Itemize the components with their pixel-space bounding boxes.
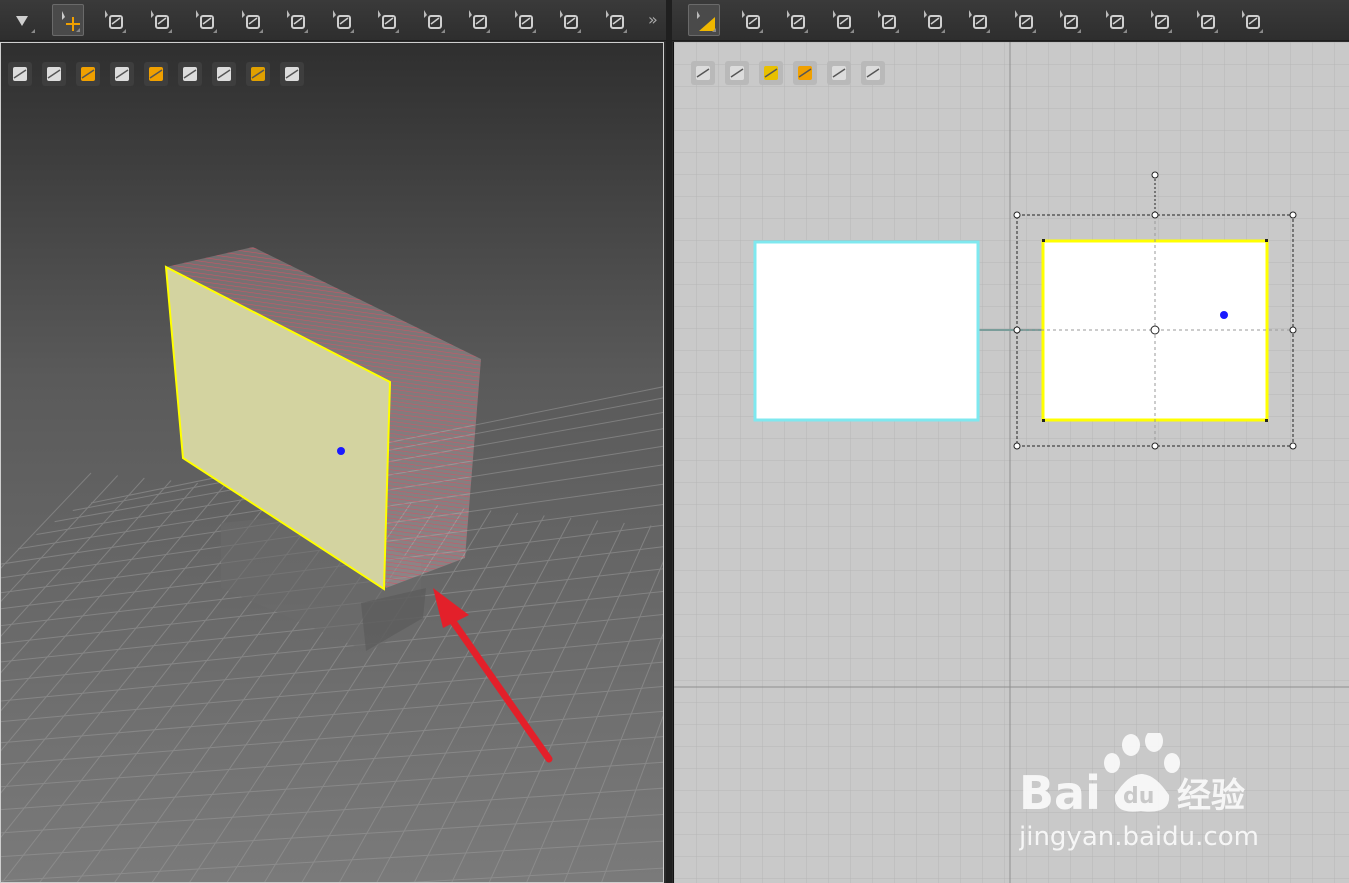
pin-tool-tool-button[interactable] [188, 4, 220, 36]
button-tool-tool-button[interactable] [552, 4, 584, 36]
locked-shirt-toggle[interactable] [824, 58, 854, 88]
pattern-window-2d[interactable]: Bai du 经验 jingyan.baidu.com [673, 42, 1349, 883]
edit-pattern-tool-button[interactable] [688, 4, 720, 36]
toolbar-overflow-button[interactable]: » [648, 10, 658, 29]
show-shirt-toggle[interactable] [722, 58, 752, 88]
watermark-url: jingyan.baidu.com [1019, 822, 1259, 852]
upload-icon [861, 61, 885, 85]
grid-tool-button[interactable] [961, 4, 993, 36]
pin-point [337, 447, 345, 455]
polygon-tool-tool-button[interactable] [825, 4, 857, 36]
pen-tool-toggle[interactable] [688, 58, 718, 88]
watermark-brand: Bai [1019, 766, 1101, 820]
fold-pattern-tool-button[interactable] [1052, 4, 1084, 36]
pen-tool-icon [691, 61, 715, 85]
drop-down-arrow-tool-button[interactable] [6, 4, 38, 36]
tack-tool-tool-button[interactable] [279, 4, 311, 36]
scene-3d [1, 247, 663, 882]
t-shirt-tool-button[interactable] [1234, 4, 1266, 36]
watermark-cn: 经验 [1177, 776, 1245, 816]
texture-toggle[interactable] [790, 58, 820, 88]
baidu-watermark: Bai du 经验 jingyan.baidu.com [1018, 730, 1279, 853]
transform-move-icon [61, 11, 80, 31]
info-toggle[interactable] [756, 58, 786, 88]
edit-points-tool-button[interactable] [734, 4, 766, 36]
fold-arrangement-tool-button[interactable] [234, 4, 266, 36]
transform-move-tool-button[interactable] [51, 4, 84, 36]
texture-icon [793, 61, 817, 85]
panel-divider[interactable] [666, 0, 672, 883]
select-mesh-tool-button[interactable] [97, 4, 129, 36]
upload-toggle[interactable] [858, 58, 888, 88]
internal-shape-tool-button[interactable] [870, 4, 902, 36]
show-shirt-icon [725, 61, 749, 85]
pattern-piece-left[interactable] [753, 240, 980, 422]
watermark-paw-text: du [1123, 784, 1154, 809]
pin-point-2d [1220, 311, 1228, 319]
strength-map-tool-button[interactable] [507, 4, 539, 36]
zipper-tool-tool-button[interactable] [598, 4, 630, 36]
iron-tool-button[interactable] [1007, 4, 1039, 36]
avatar-arrangement-tool-button[interactable] [325, 4, 357, 36]
free-sewing-tool-button[interactable] [1098, 4, 1130, 36]
viewport3d-toolbar [0, 0, 666, 41]
info-icon [759, 61, 783, 85]
grid-mesh-tool-button[interactable] [416, 4, 448, 36]
segment-sewing-tool-button[interactable] [916, 4, 948, 36]
pleats-tool-button[interactable] [1143, 4, 1175, 36]
rectangle-tool-tool-button[interactable] [779, 4, 811, 36]
sewing-tool-tool-button[interactable] [370, 4, 402, 36]
edit-pattern-icon [697, 11, 715, 31]
pattern-display-tools [688, 58, 888, 88]
measure-tool-tool-button[interactable] [461, 4, 493, 36]
garment-select-tool-button[interactable] [143, 4, 175, 36]
viewport-3d[interactable] [0, 42, 664, 883]
line-tool-tool-button[interactable] [1189, 4, 1221, 36]
pattern-window-toolbar [672, 0, 1349, 41]
locked-shirt-icon [827, 61, 851, 85]
